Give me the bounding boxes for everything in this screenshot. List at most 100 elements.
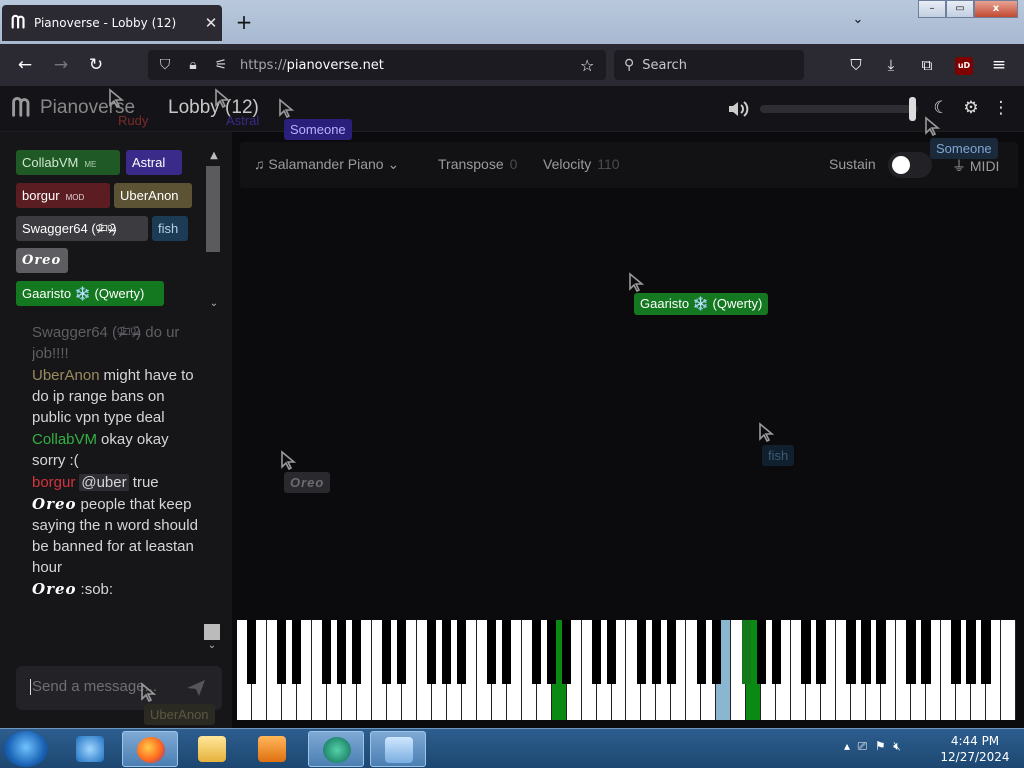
scroll-down-icon[interactable]: ⌄ (206, 298, 222, 310)
search-input[interactable]: ⚲ Search (614, 50, 804, 80)
user-tag[interactable]: Astral (126, 150, 182, 175)
paint-icon[interactable] (370, 731, 426, 767)
start-button[interactable] (4, 731, 48, 767)
user-tag[interactable]: fish (152, 216, 188, 241)
black-key[interactable] (951, 620, 961, 684)
chat-nick[interactable]: UberAnon (32, 367, 100, 384)
instrument-select[interactable]: ♫ Salamander Piano ⌄ (254, 156, 399, 173)
black-key[interactable] (322, 620, 332, 684)
black-key[interactable] (561, 620, 572, 684)
scroll-up-icon[interactable]: ▲ (206, 150, 222, 162)
chat-nick[interactable]: CollabVM (32, 431, 97, 448)
scrollbar-thumb[interactable] (204, 624, 220, 640)
permissions-icon[interactable]: ⚟ (210, 57, 232, 73)
black-key[interactable] (352, 620, 362, 684)
volume-icon[interactable] (726, 98, 750, 120)
download-icon[interactable]: ⤓ (880, 54, 902, 76)
url-bar[interactable]: ⛉ 🔒︎ ⚟ https://pianoverse.net ☆ (148, 50, 606, 80)
black-key[interactable] (741, 620, 751, 684)
user-tag[interactable]: Swagger64 (ᵒ̴̶̷᷄⌑ᵒ̴̶̷᷅) (16, 216, 148, 241)
black-key[interactable] (501, 620, 512, 684)
ie-icon[interactable] (62, 731, 118, 767)
black-key[interactable] (382, 620, 392, 684)
more-icon[interactable]: ⋮ (990, 97, 1012, 119)
chevron-down-icon[interactable]: ⌄ (848, 12, 868, 32)
user-tag[interactable]: Oreo (16, 248, 68, 273)
black-key[interactable] (591, 620, 602, 684)
minimize-button[interactable]: – (918, 0, 946, 18)
black-key[interactable] (636, 620, 646, 684)
forward-arrow-icon[interactable]: → (50, 54, 72, 76)
user-list-scrollbar[interactable]: ▲ ⌄ (204, 150, 222, 314)
chat-scrollbar[interactable]: ⌄ (204, 624, 220, 652)
send-icon[interactable] (185, 678, 207, 698)
browser-tab[interactable]: Pianoverse - Lobby (12) ✕ (2, 5, 222, 41)
clock[interactable]: 4:44 PM 12/27/2024 (930, 733, 1020, 765)
black-key[interactable] (666, 620, 676, 684)
black-key[interactable] (906, 620, 916, 684)
black-key[interactable] (486, 620, 497, 684)
close-tab-icon[interactable]: ✕ (200, 14, 222, 32)
back-arrow-icon[interactable]: ← (14, 54, 36, 76)
menu-icon[interactable]: ≡ (988, 54, 1010, 76)
black-key[interactable] (546, 620, 557, 684)
black-key[interactable] (531, 620, 542, 684)
volume-slider[interactable] (760, 105, 918, 113)
black-key[interactable] (441, 620, 452, 684)
gear-icon[interactable]: ⚙ (960, 97, 982, 119)
black-key[interactable] (801, 620, 811, 684)
chat-nick[interactable]: Oreo (32, 495, 77, 513)
user-tag[interactable]: CollabVM ME (16, 150, 120, 175)
bookmark-star-icon[interactable]: ☆ (580, 56, 606, 75)
scrollbar-thumb[interactable] (206, 166, 220, 252)
chat-nick[interactable]: Oreo (32, 580, 77, 598)
black-key[interactable] (277, 620, 287, 684)
volume-slider-handle[interactable] (909, 97, 916, 121)
chat-mention[interactable]: @uber (79, 474, 129, 491)
black-key[interactable] (966, 620, 976, 684)
black-key[interactable] (606, 620, 616, 684)
extensions-icon[interactable]: ⧉ (916, 54, 938, 76)
black-key[interactable] (426, 620, 437, 684)
piano-keyboard[interactable] (237, 620, 1016, 720)
black-key[interactable] (456, 620, 467, 684)
transpose-control[interactable]: Transpose 0 (438, 156, 517, 172)
black-key[interactable] (756, 620, 766, 684)
black-key[interactable] (247, 620, 257, 684)
system-tray[interactable]: ▴ ⎚ ⚑ 🔇︎ (844, 739, 901, 754)
new-tab-icon[interactable]: + (234, 12, 254, 32)
firefox-icon[interactable] (122, 731, 178, 767)
midi-button[interactable]: ⏚ MIDI (952, 156, 999, 176)
velocity-control[interactable]: Velocity 110 (543, 156, 620, 172)
black-key[interactable] (771, 620, 781, 684)
user-tag[interactable]: borgur MOD (16, 183, 110, 208)
media-player-icon[interactable] (244, 731, 300, 767)
shield-icon[interactable]: ⛉ (154, 57, 176, 73)
white-key[interactable] (1001, 620, 1016, 720)
url-text[interactable]: https://pianoverse.net (240, 58, 580, 73)
black-key[interactable] (337, 620, 347, 684)
user-tag[interactable]: Gaaristo ❄️ (Qwerty) (16, 281, 164, 306)
black-key[interactable] (921, 620, 931, 684)
collabvm-icon[interactable] (308, 731, 364, 767)
black-key[interactable] (876, 620, 886, 684)
scroll-down-icon[interactable]: ⌄ (204, 640, 220, 652)
chat-nick[interactable]: borgur (32, 474, 75, 491)
close-window-button[interactable]: x (974, 0, 1018, 18)
black-key[interactable] (696, 620, 706, 684)
reload-icon[interactable]: ↻ (85, 54, 107, 76)
user-tag[interactable]: UberAnon (114, 183, 192, 208)
black-key[interactable] (816, 620, 826, 684)
lock-icon[interactable]: 🔒︎ (182, 57, 204, 73)
sustain-toggle[interactable] (888, 152, 932, 178)
pocket-icon[interactable]: ⛉ (845, 54, 867, 76)
explorer-icon[interactable] (184, 731, 240, 767)
black-key[interactable] (651, 620, 661, 684)
black-key[interactable] (981, 620, 991, 684)
black-key[interactable] (861, 620, 871, 684)
black-key[interactable] (396, 620, 407, 684)
black-key[interactable] (292, 620, 302, 684)
black-key[interactable] (711, 620, 721, 684)
maximize-button[interactable]: ▭ (946, 0, 974, 18)
black-key[interactable] (846, 620, 856, 684)
